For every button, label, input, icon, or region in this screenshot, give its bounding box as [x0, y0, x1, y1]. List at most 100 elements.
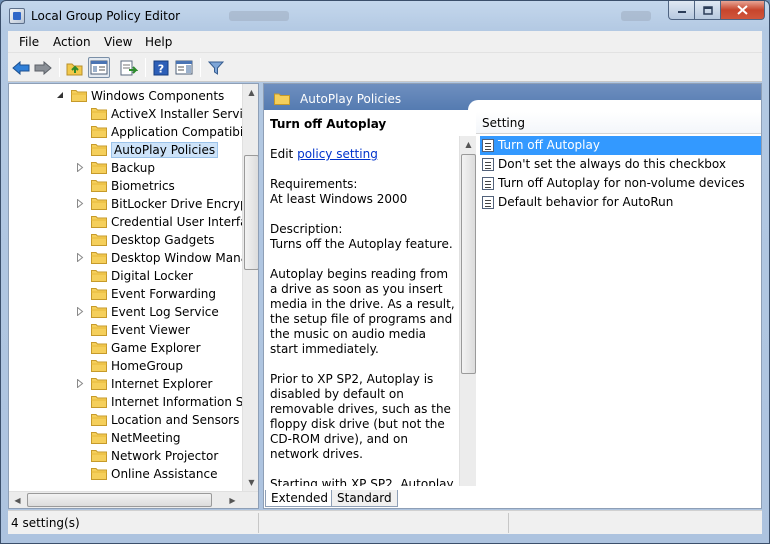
- folder-icon: [91, 216, 107, 228]
- description-scroll-thumb[interactable]: [461, 154, 476, 374]
- up-one-level-button[interactable]: [64, 57, 86, 78]
- tree-item-label: Online Assistance: [111, 467, 218, 481]
- setting-row[interactable]: Default behavior for AutoRun: [480, 193, 761, 212]
- collapsed-arrow-icon[interactable]: [76, 199, 84, 208]
- folder-icon: [91, 126, 107, 138]
- caption-buttons: [668, 1, 765, 21]
- close-button[interactable]: [721, 1, 765, 20]
- folder-icon: [91, 234, 107, 246]
- tree-item-label: Internet Information Services: [111, 395, 243, 409]
- tree-item[interactable]: Biometrics: [9, 177, 243, 195]
- setting-row[interactable]: Turn off Autoplay: [480, 136, 761, 155]
- folder-icon: [91, 324, 107, 336]
- setting-row[interactable]: Don't set the always do this checkbox: [480, 155, 761, 174]
- title-bar[interactable]: Local Group Policy Editor: [1, 1, 769, 31]
- tree-vertical-scrollbar[interactable]: ▲ ▼: [242, 84, 258, 491]
- tree-item[interactable]: Digital Locker: [9, 267, 243, 285]
- requirements-value: At least Windows 2000: [270, 192, 408, 206]
- tree-item[interactable]: Game Explorer: [9, 339, 243, 357]
- console-tree: Windows Components ActiveX Installer Serv…: [8, 83, 259, 509]
- menu-view[interactable]: View: [104, 35, 132, 49]
- tree-item[interactable]: Online Assistance: [9, 465, 243, 483]
- tree-item-label: Application Compatibility: [111, 125, 243, 139]
- tree-item[interactable]: Desktop Window Manager: [9, 249, 243, 267]
- tree-item-label: Windows Components: [91, 89, 225, 103]
- show-hide-tree-button[interactable]: [88, 57, 110, 78]
- tree-item[interactable]: HomeGroup: [9, 357, 243, 375]
- collapsed-arrow-icon[interactable]: [76, 163, 84, 172]
- collapsed-arrow-icon[interactable]: [76, 307, 84, 316]
- policy-setting-icon: [482, 139, 494, 152]
- tree-item-label: Network Projector: [111, 449, 219, 463]
- tree-item[interactable]: Backup: [9, 159, 243, 177]
- tree-item[interactable]: Network Projector: [9, 447, 243, 465]
- description-value: Turns off the Autoplay feature.: [270, 237, 453, 251]
- help-icon: ?: [153, 60, 169, 75]
- edit-policy-setting-link[interactable]: policy setting: [297, 147, 378, 161]
- description-vertical-scrollbar[interactable]: ▲: [459, 136, 476, 486]
- export-list-button[interactable]: [118, 57, 140, 78]
- tree-scroll-thumb[interactable]: [244, 155, 258, 270]
- policy-setting-icon: [482, 196, 494, 209]
- filter-button[interactable]: [205, 57, 227, 78]
- back-button[interactable]: [10, 57, 32, 78]
- collapsed-arrow-icon[interactable]: [76, 253, 84, 262]
- collapsed-arrow-icon[interactable]: [76, 379, 84, 388]
- help-button[interactable]: ?: [150, 57, 172, 78]
- tree-item[interactable]: Windows Components: [9, 87, 243, 105]
- tree-item[interactable]: Desktop Gadgets: [9, 231, 243, 249]
- scroll-up-button[interactable]: ▲: [460, 136, 476, 153]
- setting-name: Default behavior for AutoRun: [498, 195, 674, 209]
- scroll-up-button[interactable]: ▲: [243, 84, 258, 101]
- setting-row[interactable]: Turn off Autoplay for non-volume devices: [480, 174, 761, 193]
- maximize-icon: [702, 5, 713, 15]
- folder-icon: [91, 306, 107, 318]
- menu-file[interactable]: File: [19, 35, 39, 49]
- scroll-left-button[interactable]: ◀: [9, 492, 26, 508]
- tree-item-label: Digital Locker: [111, 269, 193, 283]
- forward-arrow-icon: [34, 60, 52, 75]
- scroll-down-button[interactable]: ▼: [243, 474, 258, 491]
- tree-item[interactable]: Location and Sensors: [9, 411, 243, 429]
- show-hide-action-pane-button[interactable]: [173, 57, 195, 78]
- forward-button[interactable]: [32, 57, 54, 78]
- tree-hscroll-thumb[interactable]: [27, 493, 212, 507]
- tree-item[interactable]: Internet Explorer: [9, 375, 243, 393]
- details-pane: AutoPlay Policies Turn off Autoplay Edit…: [263, 83, 762, 509]
- setting-column-header[interactable]: Setting: [476, 112, 761, 134]
- extended-description: Turn off Autoplay Edit policy setting Re…: [264, 110, 476, 486]
- tree-item[interactable]: Internet Information Services: [9, 393, 243, 411]
- tree-item[interactable]: ActiveX Installer Service: [9, 105, 243, 123]
- minimize-button[interactable]: [668, 1, 695, 20]
- requirements-label: Requirements:: [270, 177, 358, 191]
- folder-icon: [91, 360, 107, 372]
- folder-icon: [91, 288, 107, 300]
- menu-help[interactable]: Help: [145, 35, 172, 49]
- tree-item[interactable]: BitLocker Drive Encryption: [9, 195, 243, 213]
- setting-name: Turn off Autoplay for non-volume devices: [498, 176, 745, 190]
- menu-action[interactable]: Action: [53, 35, 91, 49]
- description-label: Description:: [270, 222, 343, 236]
- tab-standard[interactable]: Standard: [331, 490, 398, 507]
- tree-item[interactable]: Credential User Interface: [9, 213, 243, 231]
- tree-horizontal-scrollbar[interactable]: ◀ ▶: [9, 491, 258, 508]
- tree-item[interactable]: NetMeeting: [9, 429, 243, 447]
- tree-item-label: NetMeeting: [111, 431, 181, 445]
- tree-item[interactable]: AutoPlay Policies: [9, 141, 243, 159]
- maximize-button[interactable]: [695, 1, 721, 20]
- folder-icon: [91, 378, 107, 390]
- folder-icon: [274, 93, 290, 105]
- header-tab-curve: [468, 100, 761, 110]
- details-header: AutoPlay Policies: [264, 84, 761, 110]
- policy-title: Turn off Autoplay: [270, 117, 387, 131]
- window-title: Local Group Policy Editor: [31, 9, 181, 23]
- tree-item[interactable]: Event Viewer: [9, 321, 243, 339]
- tree-item[interactable]: Event Log Service: [9, 303, 243, 321]
- tree-item-label: Internet Explorer: [111, 377, 213, 391]
- expanded-arrow-icon[interactable]: [56, 91, 64, 100]
- toolbar-separator: [200, 58, 201, 77]
- tree-item[interactable]: Application Compatibility: [9, 123, 243, 141]
- scroll-right-button[interactable]: ▶: [224, 492, 241, 508]
- tree-item[interactable]: Event Forwarding: [9, 285, 243, 303]
- tab-extended[interactable]: Extended: [265, 490, 334, 507]
